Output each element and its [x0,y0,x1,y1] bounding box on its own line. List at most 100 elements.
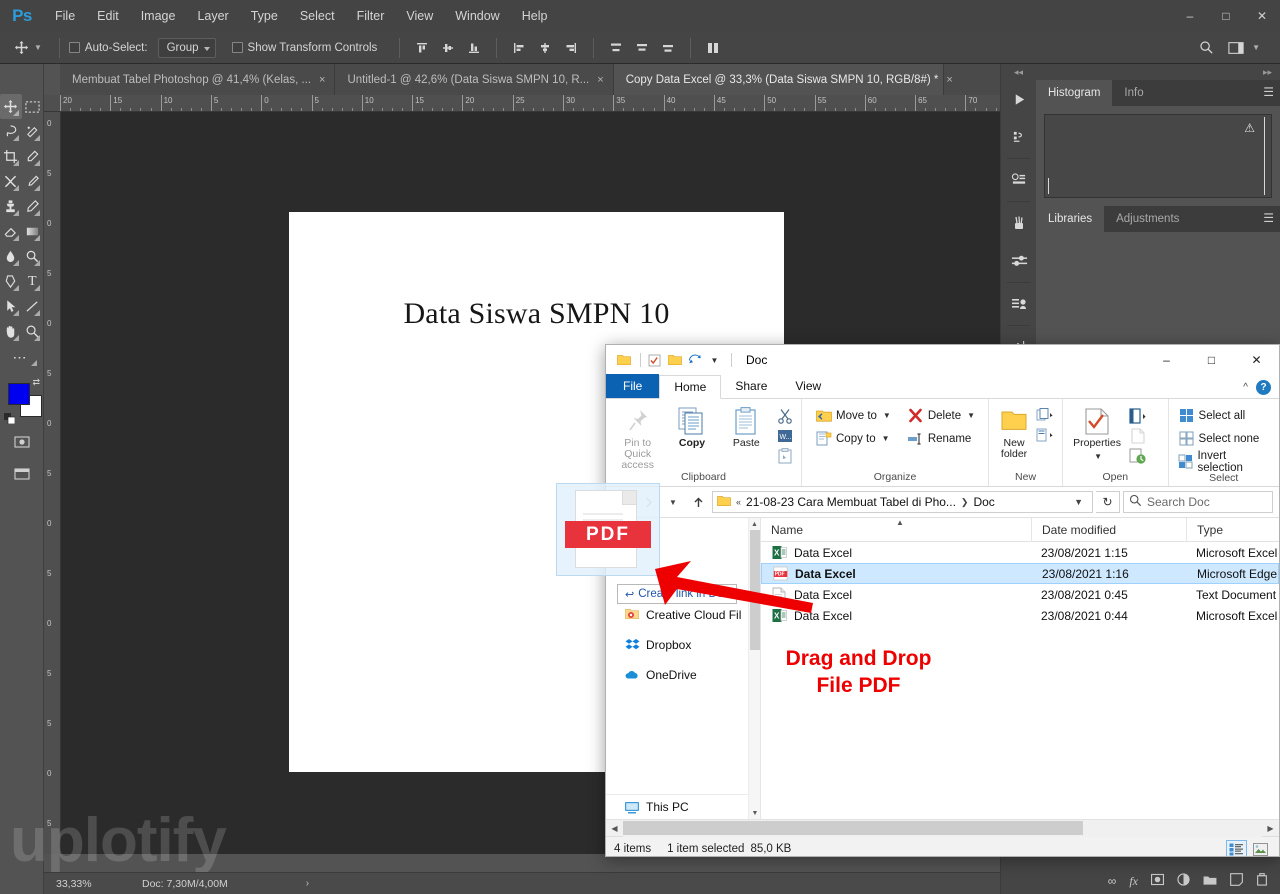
copy-button[interactable]: Copy [666,403,717,449]
scroll-right-icon[interactable]: ▶ [1262,820,1279,837]
mask-icon[interactable] [1151,873,1165,889]
refresh-icon[interactable]: ↻ [1096,491,1120,513]
distribute-bottom-edges-icon[interactable] [655,36,681,60]
table-row[interactable]: X Data Excel 23/08/2021 1:15 Microsoft E… [761,542,1279,563]
default-colors-icon[interactable] [4,411,16,429]
show-transform-checkbox-box[interactable] [231,42,243,53]
document-tab-1-close-icon[interactable]: × [319,74,325,86]
zoom-tool-icon[interactable] [22,319,44,344]
pin-to-quick-access-button[interactable]: Pin to Quick access [612,403,663,471]
eraser-tool-icon[interactable] [0,219,22,244]
new-group-icon[interactable] [1203,874,1217,889]
quick-select-tool-icon[interactable] [22,119,44,144]
swap-colors-icon[interactable]: ⇄ [32,377,40,388]
clone-source-icon[interactable] [1001,285,1037,323]
select-all-button[interactable]: Select all [1175,405,1273,426]
explorer-title-bar[interactable]: ▼ Doc – □ ✕ [606,345,1279,375]
crop-tool-icon[interactable] [0,144,22,169]
adjustment-layer-icon[interactable] [1177,873,1190,889]
tab-libraries[interactable]: Libraries [1036,206,1105,232]
fx-icon[interactable]: fx [1129,874,1138,889]
workspace-icon[interactable] [1222,36,1250,60]
customize-quick-access-caret-icon[interactable]: ▼ [706,353,723,368]
new-folder-button[interactable]: New folder [995,403,1033,460]
cut-icon[interactable] [775,406,795,425]
menu-image[interactable]: Image [130,0,187,32]
align-vertical-centers-icon[interactable] [435,36,461,60]
align-bottom-edges-icon[interactable] [461,36,487,60]
hand-tool-icon[interactable] [0,319,22,344]
copy-path-icon[interactable]: W... [775,426,795,445]
delete-button[interactable]: Delete ▼ [904,405,978,426]
menu-filter[interactable]: Filter [346,0,396,32]
shape-tool-icon[interactable] [22,294,44,319]
paste-shortcut-icon[interactable] [775,446,795,465]
move-to-caret-icon[interactable]: ▼ [883,411,891,420]
healing-brush-tool-icon[interactable] [0,169,22,194]
path-select-tool-icon[interactable] [0,294,22,319]
scrollbar-thumb[interactable] [623,820,1084,835]
file-name-cell[interactable]: Data Excel [761,587,1031,603]
edit-toolbar-icon[interactable]: ⋯ [0,344,40,369]
file-name-cell[interactable]: PDF Data Excel [762,566,1032,582]
document-tab-1[interactable]: Membuat Tabel Photoshop @ 41,4% (Kelas, … [60,64,336,95]
quick-access-properties-icon[interactable] [646,353,663,368]
menu-layer[interactable]: Layer [186,0,239,32]
gradient-tool-icon[interactable] [22,219,44,244]
minimize-button[interactable]: – [1172,0,1208,32]
nav-item-onedrive[interactable]: OneDrive [606,664,760,685]
tab-info[interactable]: Info [1112,80,1155,106]
history-icon[interactable] [1128,446,1148,465]
screen-mode-icon[interactable] [13,467,30,483]
document-tab-2-close-icon[interactable]: × [597,74,603,86]
address-bar[interactable]: « 21-08-23 Cara Membuat Tabel di Pho... … [712,491,1093,513]
move-to-button[interactable]: Move to ▼ [812,405,894,426]
move-tool-icon[interactable] [8,36,34,60]
distribute-centers-icon[interactable] [629,36,655,60]
recent-locations-icon[interactable]: ▼ [662,491,684,513]
tab-adjustments[interactable]: Adjustments [1104,206,1191,232]
zoom-level[interactable]: 33,33% [44,878,114,890]
column-header-name[interactable]: ▲ Name [761,518,1031,542]
explorer-maximize-button[interactable]: □ [1189,345,1234,375]
nav-item-creative-cloud[interactable]: Creative Cloud Fil [606,604,760,625]
pen-tool-icon[interactable] [0,269,22,294]
distribute-top-edges-icon[interactable] [603,36,629,60]
close-button[interactable]: ✕ [1244,0,1280,32]
address-dropdown-icon[interactable]: ▼ [1069,497,1088,507]
menu-edit[interactable]: Edit [86,0,130,32]
show-transform-controls-checkbox[interactable]: Show Transform Controls [231,42,377,54]
column-header-date[interactable]: Date modified [1031,518,1186,542]
libraries-panel-menu-icon[interactable]: ☰ [1263,212,1274,224]
align-top-edges-icon[interactable] [409,36,435,60]
tab-histogram[interactable]: Histogram [1036,80,1113,106]
auto-select-dropdown[interactable]: Group [157,37,216,58]
breadcrumb-separator-icon[interactable]: ❯ [961,497,969,508]
ribbon-tab-file[interactable]: File [606,374,660,398]
play-icon[interactable] [1001,80,1037,118]
select-none-button[interactable]: Select none [1175,428,1273,449]
eyedropper-tool-icon[interactable] [22,144,44,169]
clone-stamp-tool-icon[interactable] [0,194,22,219]
search-input[interactable]: Search Doc [1123,491,1273,513]
histogram-panel-menu-icon[interactable]: ☰ [1263,86,1274,98]
quick-access-undo-icon[interactable] [686,353,703,368]
nav-scroll-down-icon[interactable]: ▼ [749,807,760,819]
menu-window[interactable]: Window [444,0,510,32]
lasso-tool-icon[interactable] [0,119,22,144]
marquee-tool-icon[interactable] [22,94,44,119]
quick-access-new-folder-icon[interactable] [666,353,683,368]
brushes-icon[interactable] [1001,204,1037,242]
tool-preset-caret-icon[interactable]: ▼ [34,43,42,52]
quick-access-folder-icon[interactable] [615,353,632,368]
actions-icon[interactable] [1001,118,1037,156]
align-distribute-options-icon[interactable] [700,36,726,60]
quick-mask-icon[interactable] [13,435,30,451]
up-icon[interactable] [687,491,709,513]
foreground-color-swatch[interactable] [8,383,30,405]
maximize-button[interactable]: □ [1208,0,1244,32]
easy-access-icon[interactable] [1036,426,1056,445]
breadcrumb-parent[interactable]: 21-08-23 Cara Membuat Tabel di Pho... [746,495,956,509]
explorer-minimize-button[interactable]: – [1144,345,1189,375]
rail-collapse-icon[interactable]: ◂◂ [1001,64,1036,80]
